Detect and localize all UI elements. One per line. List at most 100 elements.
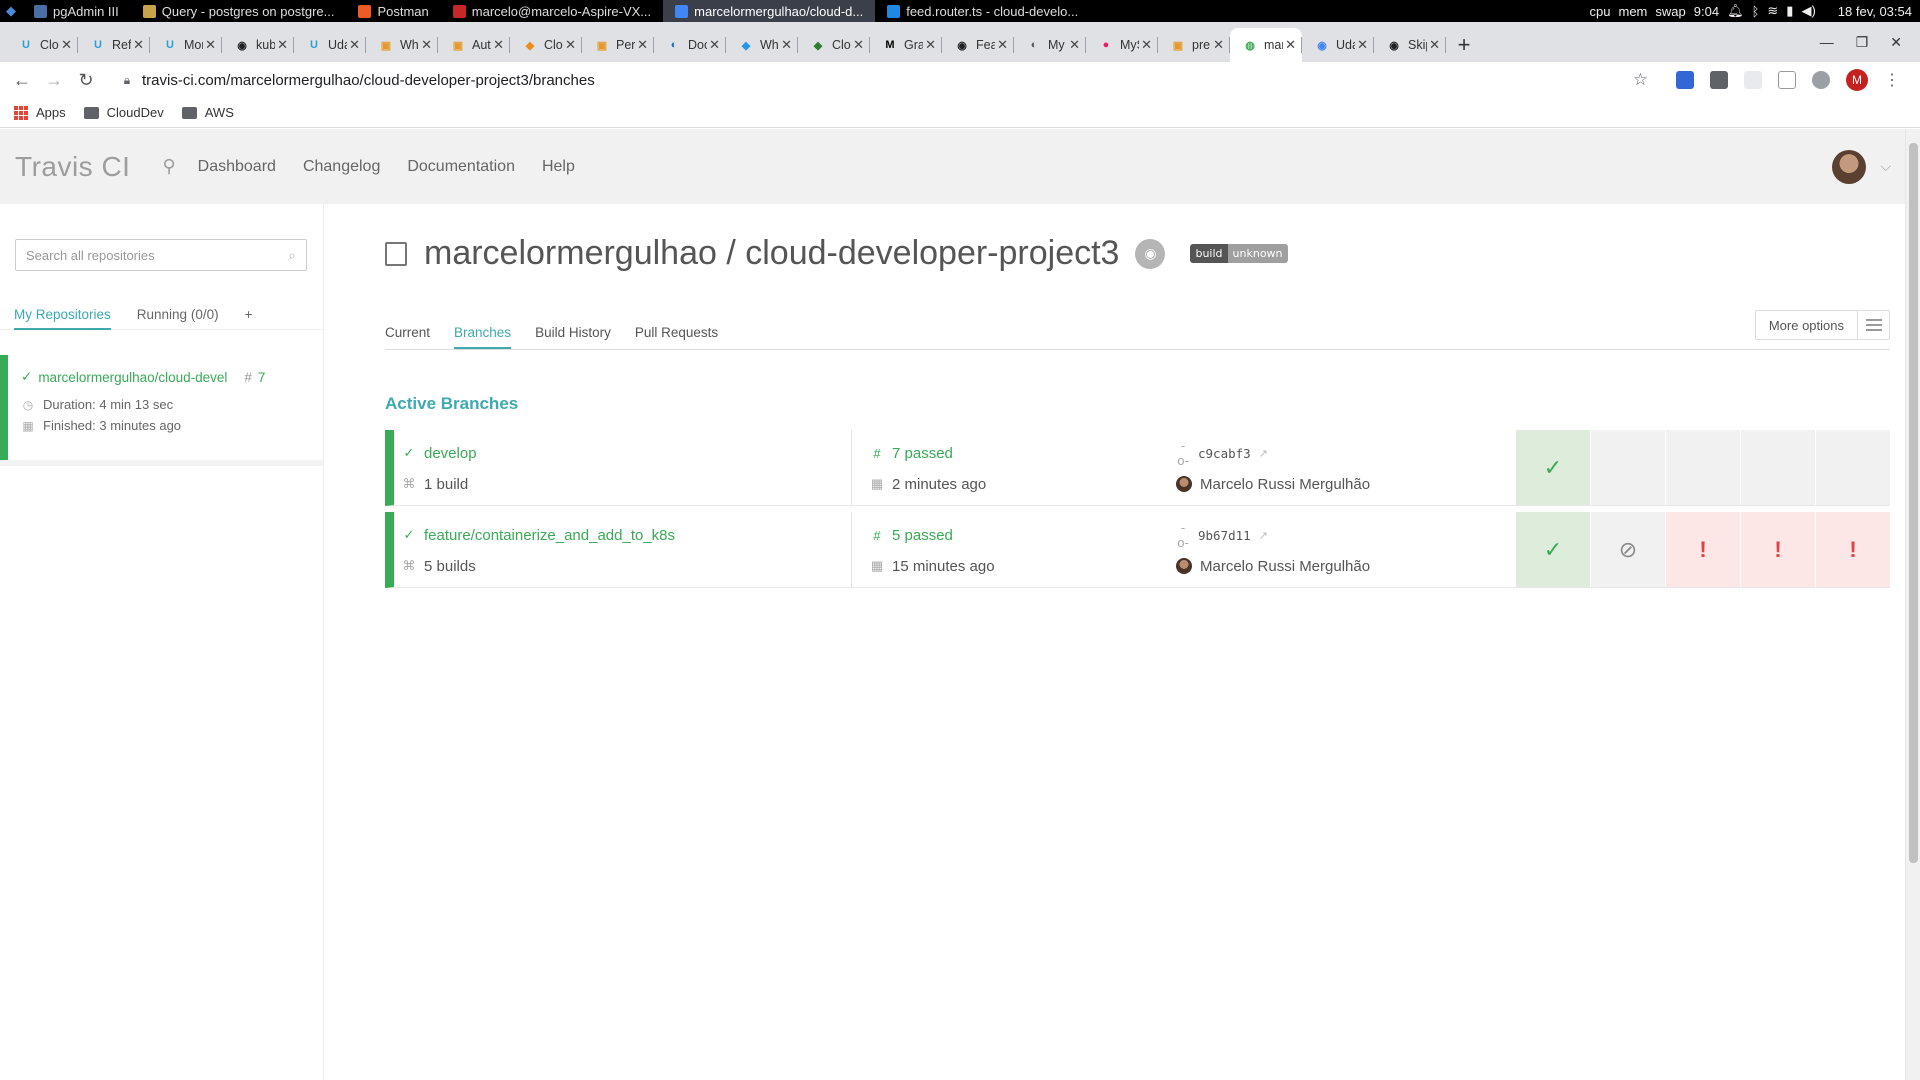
- reload-icon[interactable]: ↻: [70, 70, 102, 91]
- build-status-link[interactable]: 5 passed: [892, 527, 953, 544]
- nav-dashboard[interactable]: Dashboard: [198, 158, 276, 176]
- status-badge[interactable]: build unknown: [1190, 244, 1288, 263]
- close-tab-icon[interactable]: ✕: [781, 37, 792, 53]
- scrollbar-thumb[interactable]: [1909, 143, 1918, 863]
- close-tab-icon[interactable]: ✕: [709, 37, 720, 53]
- launcher-icon[interactable]: ◆: [0, 0, 22, 22]
- browser-tab[interactable]: ▣ Wha✕: [366, 28, 438, 62]
- external-link-icon[interactable]: ↗: [1259, 529, 1268, 542]
- close-tab-icon[interactable]: ✕: [1429, 37, 1440, 53]
- build-tile-passed-icon[interactable]: ✓: [1516, 430, 1590, 505]
- search-repositories-input[interactable]: Search all repositories ⌕: [15, 239, 307, 271]
- nav-help[interactable]: Help: [542, 158, 575, 176]
- branch-name-link[interactable]: develop: [424, 445, 477, 462]
- address-bar[interactable]: 🔒︎ travis-ci.com/marcelormergulhao/cloud…: [108, 65, 1648, 95]
- commit-sha-link[interactable]: c9cabf3: [1198, 446, 1251, 461]
- chevron-down-icon[interactable]: ⌵: [1880, 158, 1891, 175]
- close-tab-icon[interactable]: ✕: [997, 37, 1008, 53]
- build-status-link[interactable]: 7 passed: [892, 445, 953, 462]
- browser-tab[interactable]: ▣ Perf✕: [582, 28, 654, 62]
- battery-icon[interactable]: ▮: [1786, 3, 1793, 19]
- travis-logo[interactable]: Travis CI: [15, 151, 130, 183]
- avatar[interactable]: [1832, 149, 1867, 184]
- close-tab-icon[interactable]: ✕: [61, 37, 72, 53]
- build-tile-failed-icon[interactable]: !: [1816, 512, 1890, 587]
- bookmark-apps[interactable]: Apps: [14, 105, 66, 120]
- browser-tab[interactable]: U Refa✕: [78, 28, 150, 62]
- restore-icon[interactable]: ❐: [1856, 34, 1869, 51]
- browser-tab[interactable]: ◆ Clou✕: [798, 28, 870, 62]
- close-tab-icon[interactable]: ✕: [421, 37, 432, 53]
- add-repository-button[interactable]: +: [245, 307, 253, 330]
- close-tab-icon[interactable]: ✕: [637, 37, 648, 53]
- page-scrollbar[interactable]: [1905, 129, 1920, 1080]
- tray-date[interactable]: 18 fev, 03:54: [1838, 4, 1912, 19]
- taskbar-item[interactable]: Postman: [346, 0, 440, 22]
- bookmark-star-icon[interactable]: ☆: [1633, 70, 1648, 90]
- taskbar-item[interactable]: feed.router.ts - cloud-develo...: [875, 0, 1090, 22]
- browser-tab[interactable]: ◉ Skip✕: [1374, 28, 1446, 62]
- github-icon[interactable]: ◉: [1135, 238, 1166, 269]
- browser-tab[interactable]: U Clou✕: [6, 28, 78, 62]
- browser-tab[interactable]: ◐ My ✕: [1014, 28, 1086, 62]
- extension-icon[interactable]: [1778, 71, 1796, 89]
- tab-my-repositories[interactable]: My Repositories: [14, 307, 111, 330]
- build-number[interactable]: 7: [258, 370, 266, 385]
- browser-tab[interactable]: ◉ Feat✕: [942, 28, 1014, 62]
- more-options-button[interactable]: More options: [1754, 310, 1890, 340]
- browser-tab[interactable]: ● MyS✕: [1086, 28, 1158, 62]
- taskbar-item[interactable]: marcelormergulhao/cloud-d...: [663, 0, 876, 22]
- build-tile-failed-icon[interactable]: !: [1666, 512, 1740, 587]
- close-tab-icon[interactable]: ✕: [277, 37, 288, 53]
- taskbar-item[interactable]: Query - postgres on postgre...: [131, 0, 347, 22]
- close-tab-icon[interactable]: ✕: [1141, 37, 1152, 53]
- close-tab-icon[interactable]: ✕: [133, 37, 144, 53]
- close-tab-icon[interactable]: ✕: [349, 37, 360, 53]
- repo-card[interactable]: ✓ marcelormergulhao/cloud-developer-proj…: [0, 355, 323, 460]
- bell-icon[interactable]: 🔔︎: [1727, 3, 1744, 19]
- back-icon[interactable]: ←: [6, 70, 38, 91]
- browser-tab[interactable]: ▣ pre ✕: [1158, 28, 1230, 62]
- close-tab-icon[interactable]: ✕: [925, 37, 936, 53]
- close-tab-icon[interactable]: ✕: [1213, 37, 1224, 53]
- close-tab-icon[interactable]: ✕: [565, 37, 576, 53]
- close-tab-icon[interactable]: ✕: [1285, 37, 1296, 53]
- new-tab-button[interactable]: +: [1446, 28, 1482, 62]
- branch-name-link[interactable]: feature/containerize_and_add_to_k8s: [424, 527, 675, 544]
- close-tab-icon[interactable]: ✕: [493, 37, 504, 53]
- taskbar-item[interactable]: marcelo@marcelo-Aspire-VX...: [441, 0, 663, 22]
- forward-icon[interactable]: →: [38, 70, 70, 91]
- broadcast-tower-icon[interactable]: ⚲: [162, 156, 175, 177]
- url-text[interactable]: travis-ci.com/marcelormergulhao/cloud-de…: [142, 72, 595, 89]
- close-tab-icon[interactable]: ✕: [1357, 37, 1368, 53]
- tab-running[interactable]: Running (0/0): [137, 307, 219, 330]
- close-tab-icon[interactable]: ✕: [1069, 37, 1080, 53]
- build-tile-passed-icon[interactable]: ✓: [1516, 512, 1590, 587]
- nav-changelog[interactable]: Changelog: [303, 158, 380, 176]
- browser-tab[interactable]: M Gra ✕: [870, 28, 942, 62]
- nav-documentation[interactable]: Documentation: [407, 158, 515, 176]
- commit-sha-link[interactable]: 9b67d11: [1198, 528, 1251, 543]
- wifi-icon[interactable]: ≋: [1767, 3, 1778, 19]
- extension-icon[interactable]: [1676, 71, 1694, 89]
- browser-tab[interactable]: ◆ Wha✕: [726, 28, 798, 62]
- user-menu[interactable]: ⌵: [1832, 149, 1905, 184]
- repo-link[interactable]: marcelormergulhao/cloud-developer-projec…: [38, 370, 228, 385]
- build-tile-failed-icon[interactable]: !: [1741, 512, 1815, 587]
- menu-kebab-icon[interactable]: ⋮: [1884, 70, 1900, 90]
- browser-tab[interactable]: ◍ mar✕: [1230, 28, 1302, 62]
- browser-tab[interactable]: ◆ Clou✕: [510, 28, 582, 62]
- taskbar-item[interactable]: pgAdmin III: [22, 0, 131, 22]
- close-tab-icon[interactable]: ✕: [853, 37, 864, 53]
- extension-icon[interactable]: [1812, 71, 1830, 89]
- extension-icon[interactable]: [1744, 71, 1762, 89]
- shield-icon[interactable]: [1710, 71, 1728, 89]
- browser-tab[interactable]: U Mon✕: [150, 28, 222, 62]
- browser-tab[interactable]: ◐ Doc✕: [654, 28, 726, 62]
- volume-icon[interactable]: ◀): [1801, 3, 1815, 19]
- search-icon[interactable]: ⌕: [288, 247, 296, 264]
- browser-tab[interactable]: U Uda✕: [294, 28, 366, 62]
- close-tab-icon[interactable]: ✕: [205, 37, 216, 53]
- profile-avatar[interactable]: M: [1846, 69, 1868, 91]
- build-tile-canceled-icon[interactable]: ⊘: [1591, 512, 1665, 587]
